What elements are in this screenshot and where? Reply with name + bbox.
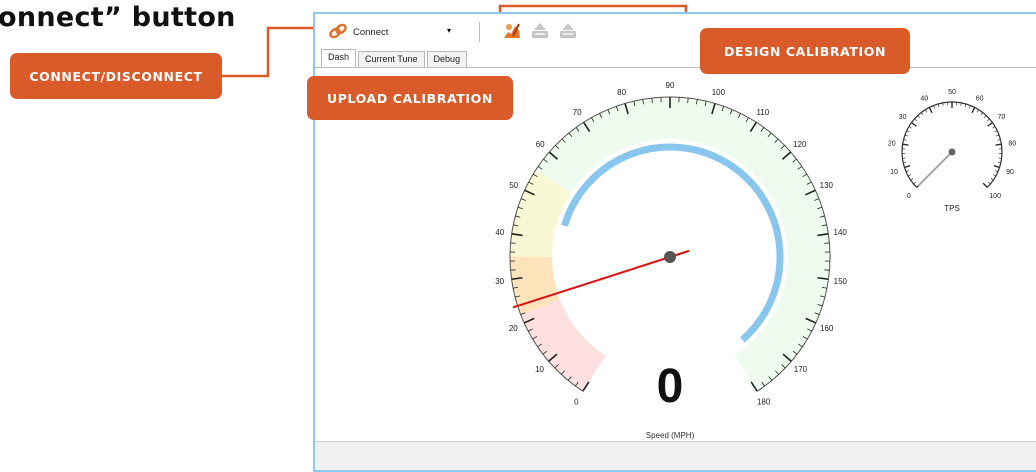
tps-tick (929, 107, 932, 112)
tps-tick (988, 182, 990, 184)
tps-tick (925, 110, 927, 113)
tps-tick (907, 131, 910, 132)
tps-tick (913, 182, 915, 184)
tps-tick (972, 107, 975, 112)
tps-tick (995, 171, 998, 172)
tps-tick-label: 20 (888, 140, 896, 147)
dash-panel: 0102030405060708090100110120130140150160… (315, 67, 1036, 448)
tps-tick-label: 0 (907, 193, 911, 200)
tps-tick (983, 183, 987, 187)
toolbar: Connect ▾ (315, 14, 1036, 52)
tps-needle-hub (949, 149, 956, 156)
callout-connect-disconnect: CONNECT/DISCONNECT (10, 53, 222, 99)
tps-tick-label: 100 (989, 193, 1001, 200)
tps-tick (994, 166, 1000, 168)
tps-tick (987, 119, 989, 121)
tab-current-tune[interactable]: Current Tune (358, 51, 425, 67)
design-calibration-icon[interactable] (501, 20, 523, 42)
tps-tick (938, 104, 939, 107)
tps-tick (995, 131, 998, 132)
download-calibration-icon[interactable] (557, 20, 579, 42)
tps-tick (981, 112, 983, 114)
tps-tick-label: 70 (997, 114, 1005, 121)
tps-tick (903, 144, 909, 145)
tps-tick (996, 135, 999, 136)
tps-tick (998, 140, 1001, 141)
tps-tick (991, 178, 993, 180)
connect-label: Connect (353, 27, 388, 38)
tps-tick (911, 178, 913, 180)
tps-tick-label: 40 (920, 96, 928, 103)
tab-debug[interactable]: Debug (427, 51, 468, 67)
tps-tick (912, 123, 917, 127)
tps-tick (977, 110, 979, 113)
tps-tick (909, 127, 912, 129)
tps-tick (988, 123, 993, 127)
tps-tick (904, 166, 910, 168)
tps-tick-label: 80 (1008, 140, 1016, 147)
tps-tick (918, 116, 920, 118)
tps-tick (995, 144, 1001, 145)
tps-tick-label: 60 (976, 96, 984, 103)
chain-link-icon[interactable] (327, 20, 349, 42)
toolbar-separator (479, 22, 480, 42)
chevron-down-icon: ▾ (447, 26, 451, 35)
tps-label: TPS (944, 204, 960, 213)
tps-tick (992, 127, 995, 129)
tps-tick (934, 106, 935, 109)
port-dropdown[interactable]: ▾ (395, 24, 457, 40)
tps-tick (969, 106, 970, 109)
status-bar (315, 441, 1036, 470)
tps-gauge: 0 10 20 30 40 50 60 70 80 90 100 TPS (315, 68, 1036, 448)
tps-tick (993, 175, 996, 176)
callout-upload-calibration: UPLOAD CALIBRATION (307, 76, 513, 120)
tps-scale-arc (902, 102, 1002, 187)
tps-tick-label: 30 (899, 114, 907, 121)
tps-tick (914, 119, 916, 121)
tps-tick (965, 104, 966, 107)
callout-design-calibration: DESIGN CALIBRATION (700, 28, 910, 74)
tps-tick (905, 135, 908, 136)
tps-tick (904, 140, 907, 141)
tps-tick-label: 10 (890, 169, 898, 176)
tps-tick (906, 171, 909, 172)
tab-dash[interactable]: Dash (321, 49, 356, 67)
tps-tick-label: 50 (948, 89, 956, 96)
tab-strip: Dash Current Tune Debug (321, 51, 469, 67)
connect-button[interactable]: Connect (353, 27, 388, 38)
tps-tick (903, 162, 906, 163)
upload-calibration-icon[interactable] (529, 20, 551, 42)
tps-tick-label: 90 (1006, 169, 1014, 176)
tps-tick (908, 175, 911, 176)
tps-needle (918, 152, 952, 186)
tps-tick (998, 162, 1001, 163)
tps-tick (921, 112, 923, 114)
tps-tick (984, 116, 986, 118)
